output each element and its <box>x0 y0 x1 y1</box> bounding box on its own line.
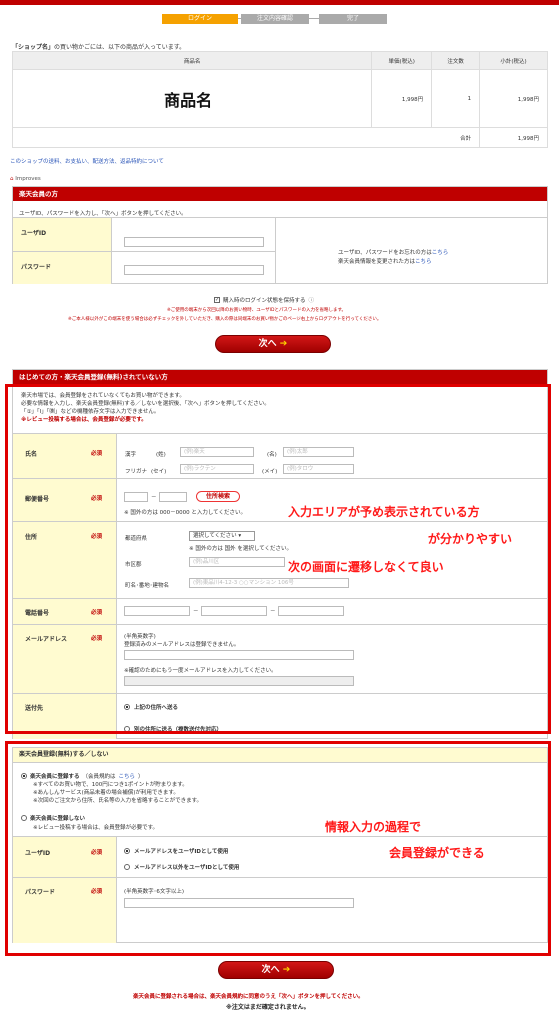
next-button-member[interactable]: 次へ ➔ <box>215 335 331 353</box>
cart-intro-text: の買い物かごには、以下の商品が入っています。 <box>54 44 186 51</box>
changed-info: 楽天会員情報を変更された方はこちら <box>338 259 432 265</box>
house-icon: ⌂ <box>10 176 14 182</box>
footer-not-confirmed-note: ※注文はまだ確定されません。 <box>226 1004 310 1011</box>
keep-login-label: 購入時のログイン状態を保持する <box>223 298 306 304</box>
step-confirm: 注文内容確認 <box>241 14 309 24</box>
password-input[interactable] <box>124 265 264 275</box>
annotation-box-guest <box>5 384 551 734</box>
keep-login-checkbox[interactable]: ✓ <box>214 297 220 303</box>
total-value: 1,998円 <box>479 127 548 148</box>
total-label: 合計 <box>431 127 481 148</box>
improves-label: ⌂ Improves <box>10 176 41 182</box>
member-section: 楽天会員の方 ユーザID、パスワードを入力し、「次へ」ボタンを押してください。 … <box>12 186 548 284</box>
keep-login-warning: ※ご本人様以外がこの端末を使う場合は必ずチェックを外していただき、購入の際は同端… <box>68 317 382 322</box>
col-unit-price: 単価(税込) <box>371 51 433 70</box>
cart-table: 商品名 単価(税込) 注文数 小計(税込) 商品名 1,998円 1 1,998… <box>11 51 548 148</box>
annotation-text-4: 情報入力の過程で <box>325 820 422 834</box>
userid-input[interactable] <box>124 237 264 247</box>
cart-header-row: 商品名 単価(税込) 注文数 小計(税込) <box>11 51 548 70</box>
annotation-text-2: が分かりやすい <box>428 532 513 546</box>
annotation-text-3: 次の画面に遷移しなくて良い <box>288 560 444 574</box>
annotation-text-5: 会員登録ができる <box>389 846 485 860</box>
col-qty: 注文数 <box>431 51 481 70</box>
unit-price: 1,998円 <box>371 69 433 128</box>
col-subtotal: 小計(税込) <box>479 51 548 70</box>
keep-login-row: ✓ 購入時のログイン状態を保持する ⓘ <box>214 296 314 304</box>
step-complete: 完了 <box>319 14 387 24</box>
userid-label: ユーザID <box>13 218 111 251</box>
arrow-icon: ➔ <box>276 339 288 349</box>
next-button-guest[interactable]: 次へ ➔ <box>218 961 334 979</box>
step-login: ログイン <box>162 14 238 24</box>
quantity: 1 <box>431 69 481 128</box>
help-icon[interactable]: ⓘ <box>309 296 315 304</box>
top-red-bar <box>0 0 559 5</box>
password-label: パスワード <box>13 252 111 284</box>
step-connector <box>309 18 319 19</box>
product-name: 商品名 <box>11 69 373 128</box>
subtotal: 1,998円 <box>479 69 548 128</box>
shop-name: 「ショップ名」 <box>12 44 55 51</box>
changed-link[interactable]: こちら <box>415 259 432 265</box>
shop-policy-link[interactable]: このショップの送料、お支払い、配送方法、返品特約について <box>10 157 164 165</box>
arrow-icon: ➔ <box>279 965 291 975</box>
cart-intro: 「ショップ名」の買い物かごには、以下の商品が入っています。 <box>12 42 185 51</box>
keep-login-note: ※ご使用の端末から次回以降のお買い物時、ユーザIDとパスワードの入力を省略します… <box>167 308 347 313</box>
forgot-credentials: ユーザID、パスワードをお忘れの方はこちら <box>338 250 449 256</box>
guest-section-title: はじめての方・楽天会員登録(無料)されていない方 <box>13 370 547 384</box>
table-row: 商品名 1,998円 1 1,998円 <box>11 69 548 128</box>
member-section-title: 楽天会員の方 <box>13 187 547 201</box>
annotation-text-1: 入力エリアが予め表示されている方 <box>288 505 480 519</box>
col-product: 商品名 <box>11 51 373 70</box>
forgot-link[interactable]: こちら <box>432 250 449 256</box>
total-row: 合計 1,998円 <box>11 127 548 148</box>
footer-terms-note: 楽天会員に登録される場合は、楽天会員規約に同意のうえ「次へ」ボタンを押してくださ… <box>133 994 364 1000</box>
